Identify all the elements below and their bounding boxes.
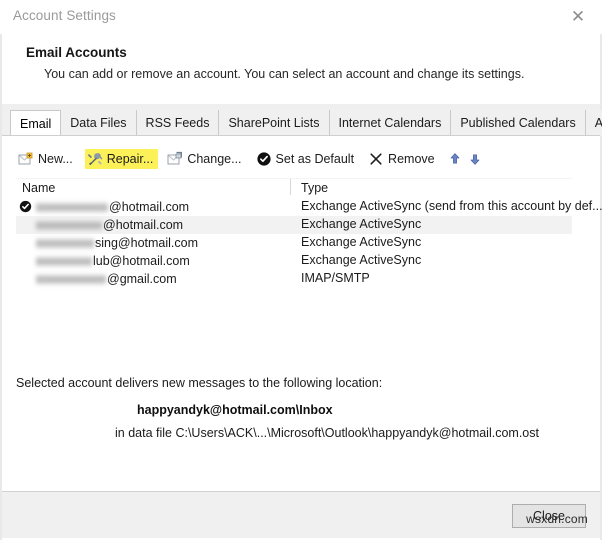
toolbar-item-label: Set as Default [275,152,355,166]
account-domain-text: @gmail.com [107,272,177,286]
accounts-toolbar: New... Repair... Change... Set as Default Re… [16,148,487,170]
table-row[interactable]: @gmail.com IMAP/SMTP [16,270,572,288]
toolbar-set-as-default-button[interactable]: Set as Default [254,149,360,169]
table-row[interactable]: sing@hotmail.com Exchange ActiveSync [16,234,572,252]
page-title: Email Accounts [26,45,127,60]
change-account-icon [167,151,183,167]
account-domain-text: lub@hotmail.com [93,254,190,268]
toolbar-repair-button[interactable]: Repair... [84,149,159,169]
close-x-icon[interactable]: ✕ [568,7,588,27]
account-domain-text: @hotmail.com [103,218,184,232]
redacted-account-local-part [36,201,108,213]
page-subtitle: You can add or remove an account. You ca… [44,67,525,81]
delivery-location-label: Selected account delivers new messages t… [16,376,383,390]
header-area: Email Accounts You can add or remove an … [2,33,600,104]
table-row[interactable]: lub@hotmail.com Exchange ActiveSync [16,252,572,270]
table-row[interactable]: @hotmail.com Exchange ActiveSync [16,216,572,234]
tab-label: Published Calendars [460,116,576,130]
account-type-cell: Exchange ActiveSync (send from this acco… [301,199,602,213]
arrow-down-icon[interactable] [467,151,483,167]
title-bar: Account Settings ✕ [0,0,602,34]
tab-label: RSS Feeds [145,116,210,130]
arrow-up-icon[interactable] [447,151,463,167]
redacted-account-local-part [36,273,106,285]
account-name-cell: sing@hotmail.com [36,235,198,251]
toolbar-change-button[interactable]: Change... [165,149,246,169]
toolbar-item-label: Remove [388,152,435,166]
tab-internet-calendars[interactable]: Internet Calendars [329,110,452,136]
email-tab-panel: New... Repair... Change... Set as Default Re… [2,136,602,491]
x-remove-icon [368,151,384,167]
toolbar-item-label: New... [38,152,73,166]
window-title: Account Settings [13,8,116,23]
tab-strip: Email Data Files RSS Feeds SharePoint Lists… [2,110,602,137]
account-name-cell: @hotmail.com [36,199,189,215]
repair-tools-icon [87,151,103,167]
tab-rss-feeds[interactable]: RSS Feeds [136,110,220,136]
delivery-data-file: in data file C:\Users\ACK\...\Microsoft\… [115,426,539,440]
column-header-type[interactable]: Type [301,181,328,195]
check-circle-icon [256,151,272,167]
account-name-cell: @gmail.com [36,271,177,287]
account-type-cell: Exchange ActiveSync [301,217,422,231]
account-domain-text: sing@hotmail.com [95,236,199,250]
dialog-footer: Close wsxdn.com [2,492,600,538]
tab-label: Email [20,116,52,131]
account-domain-text: @hotmail.com [109,200,190,214]
column-separator [290,179,291,195]
tab-published-calendars[interactable]: Published Calendars [451,110,586,136]
redacted-account-local-part [36,255,92,267]
table-row[interactable]: @hotmail.com Exchange ActiveSync (send fr… [16,198,602,216]
new-account-icon [18,151,34,167]
toolbar-remove-button[interactable]: Remove [366,149,440,169]
account-type-cell: IMAP/SMTP [301,271,370,285]
account-settings-dialog: Account Settings ✕ Email Accounts You ca… [0,0,602,540]
accounts-list[interactable]: Name Type @hotmail.com Exchange ActiveSyn… [16,178,602,363]
list-header: Name Type [16,179,572,198]
account-type-cell: Exchange ActiveSync [301,235,422,249]
default-check-icon [19,200,32,213]
tab-address-books[interactable]: Address Books [585,110,602,136]
delivery-folder-path: happyandyk@hotmail.com\Inbox [137,403,333,417]
tab-label: SharePoint Lists [228,116,320,130]
redacted-account-local-part [36,219,102,231]
tab-sharepoint-lists[interactable]: SharePoint Lists [219,110,330,136]
toolbar-item-label: Change... [187,152,242,166]
tab-email[interactable]: Email [10,110,62,137]
tab-label: Address Books [594,116,602,130]
toolbar-new-button[interactable]: New... [16,149,78,169]
site-watermark: wsxdn.com [526,512,588,526]
tab-label: Data Files [70,116,127,130]
redacted-account-local-part [36,237,94,249]
tab-data-files[interactable]: Data Files [61,110,137,136]
account-name-cell: lub@hotmail.com [36,253,190,269]
account-name-cell: @hotmail.com [36,217,183,233]
column-header-name[interactable]: Name [22,181,55,195]
toolbar-item-label: Repair... [106,152,154,166]
tab-label: Internet Calendars [338,116,442,130]
account-type-cell: Exchange ActiveSync [301,253,422,267]
